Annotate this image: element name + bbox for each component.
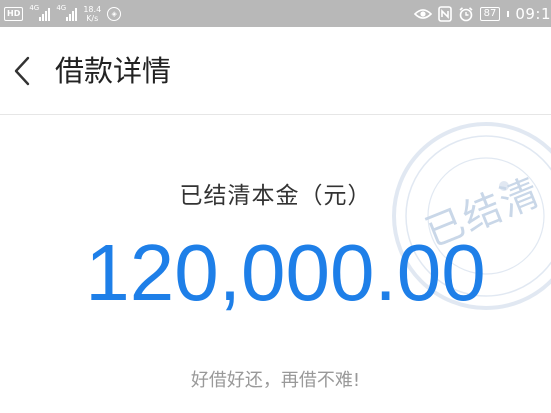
network-speed: 18.4 K/s [83,5,101,23]
hd-icon: HD [4,6,24,21]
sync-icon: ◈ [107,6,122,21]
chevron-left-icon [14,56,30,86]
battery-tip [507,10,510,17]
amount-value: 120,000.00 [85,228,486,317]
speed-value: 18.4 [83,4,102,14]
page-title: 借款详情 [55,54,172,88]
signal-icon: 4G [56,3,78,21]
sim2-network-label: 4G [56,3,67,12]
loan-detail-main: 已结清 已结清本金（元） 120,000.00 好借好还，再借不难! [0,116,551,413]
status-bar: HD 4G 4G 18.4 K/s ◈ 87 09:1 [0,0,551,27]
eye-icon [413,8,432,19]
speed-unit: K/s [86,13,99,23]
alarm-icon [459,6,473,21]
battery-icon: 87 [479,6,501,21]
sim1-network-label: 4G [29,3,40,12]
slogan-text: 好借好还，再借不难! [190,370,361,391]
status-bar-right: 87 09:1 [413,0,551,27]
page-header: 借款详情 [0,27,551,115]
battery-level: 87 [483,7,497,19]
back-button[interactable] [2,49,42,93]
status-time: 09:1 [515,4,551,23]
amount-label: 已结清本金（元） [179,183,372,209]
nfc-icon [437,5,452,22]
status-bar-left: HD 4G 4G 18.4 K/s ◈ [4,0,122,27]
signal-icon: 4G [29,3,51,21]
